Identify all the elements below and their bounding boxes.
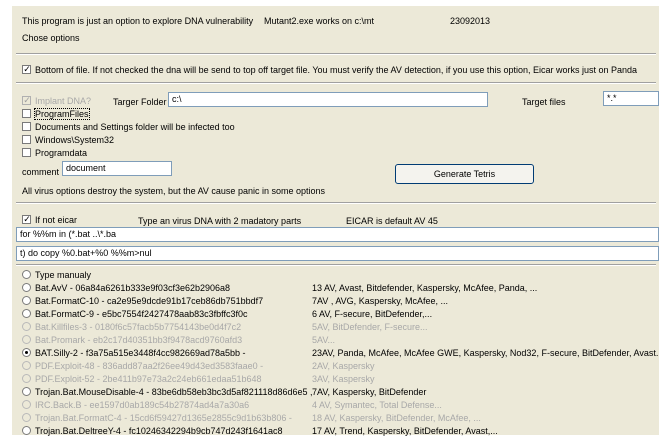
checkbox-box [22,96,31,105]
virus-option-radio: Bat.Promark - eb2c17d40351bb3f9478acd976… [22,335,335,346]
eicar-default-text: EICAR is default AV 45 [346,216,438,226]
virus-option-detection-info: 7AV, Kaspersky, BitDefender [312,387,427,397]
radio-button [22,374,31,383]
virus-option-detection-info: 2AV, Kaspersky [312,361,375,371]
virus-option-label: PDF.Exploit-48 - 836add87aa2f26ee49d43ed… [35,361,264,371]
radio-button [22,413,31,422]
checkbox-box [22,109,31,118]
target-files-label: Target files [522,97,566,107]
virus-option-label: Bat.AvV - 06a84a6261b333e9f03cf3e62b2906… [35,283,231,293]
checkbox-box [22,148,31,157]
virus-option-radio[interactable]: Bat.AvV - 06a84a6261b333e9f03cf3e62b2906… [22,283,537,294]
virus-option-detection-info: 5AV... [312,335,336,345]
virus-option-radio: PDF.Exploit-48 - 836add87aa2f26ee49d43ed… [22,361,375,372]
radio-button [22,387,31,396]
virus-option-radio[interactable]: Trojan.Bat.MouseDisable-4 - 83be6db58eb3… [22,387,426,398]
virus-option-detection-info: 17 AV, Trend, Kaspersky, BitDefender, Av… [312,426,498,436]
system32-checkbox[interactable]: Windows\System32 [22,135,114,145]
checkbox-box [22,122,31,131]
implant-dna-label: Implant DNA? [35,96,92,106]
chose-options-label: Chose options [22,33,80,43]
virus-option-detection-info: 3AV, Kaspersky [312,374,375,384]
checkbox-box [22,65,31,74]
virus-option-label: Bat.Promark - eb2c17d40351bb3f9478acd976… [35,335,243,345]
warning-text: All virus options destroy the system, bu… [22,186,325,196]
date-code-text: 23092013 [450,16,491,26]
if-not-eicar-label: If not eicar [35,215,78,225]
virus-option-detection-info: 5AV, BitDefender, F-secure... [312,322,428,332]
virus-option-label: IRC.Back.B - ee1597d0ab189c54b27874ad4a7… [35,400,250,410]
virus-option-label: PDF.Exploit-52 - 2be411b97e73a2c24eb661e… [35,374,262,384]
separator [16,202,656,204]
target-folder-label: Targer Folder [113,97,167,107]
generate-tetris-button[interactable]: Generate Tetris [395,164,534,184]
programfiles-checkbox[interactable]: ProgramFiles [22,108,90,120]
virus-option-radio: Bat.Killfiles-3 - 0180f6c57facb5b7754143… [22,322,428,333]
virus-option-radio[interactable]: Trojan.Bat.DeltreeY-4 - fc10246342294b9c… [22,426,498,437]
virus-option-label: Bat.Killfiles-3 - 0180f6c57facb5b7754143… [35,322,242,332]
dna-part2-input[interactable]: t) do copy %0.bat+%0 %%m>nul [16,246,659,261]
system32-label: Windows\System32 [35,135,115,145]
virus-option-detection-info: 18 AV, Kaspersky, BitDefender, McAfee, .… [312,413,481,423]
programfiles-label: ProgramFiles [34,108,90,120]
radio-button [22,283,31,292]
implant-dna-checkbox[interactable]: Implant DNA? [22,96,91,106]
virus-option-detection-info: 6 AV, F-secure, BitDefender,... [312,309,433,319]
if-not-eicar-checkbox[interactable]: If not eicar [22,215,77,225]
radio-button [22,309,31,318]
virus-option-label: Type manualy [35,270,92,280]
virus-option-radio: Trojan.Bat.FormatC-4 - 15cd6f59427d1365e… [22,413,481,424]
checkbox-box [22,135,31,144]
description-text: This program is just an option to explor… [22,16,254,26]
radio-button [22,426,31,435]
separator [16,264,656,266]
virus-option-label: BAT.Silly-2 - f3a75a515e3448f4cc982669ad… [35,348,246,358]
comment-input[interactable]: document [62,161,172,176]
bottom-of-file-checkbox[interactable]: Bottom of file. If not checked the dna w… [22,65,637,75]
main-panel: This program is just an option to explor… [12,6,659,437]
separator [16,53,656,55]
radio-button [22,361,31,370]
radio-button [22,270,31,279]
documents-settings-label: Documents and Settings folder will be in… [35,122,235,132]
virus-option-radio[interactable]: Type manualy [22,270,91,281]
virus-option-label: Trojan.Bat.MouseDisable-4 - 83be6db58eb3… [35,387,313,397]
virus-option-detection-info: 13 AV, Avast, Bitdefender, Kaspersky, Mc… [312,283,538,293]
virus-option-detection-info: 7AV , AVG, Kaspersky, McAfee, ... [312,296,449,306]
bottom-of-file-label: Bottom of file. If not checked the dna w… [35,65,638,75]
virus-option-radio: PDF.Exploit-52 - 2be411b97e73a2c24eb661e… [22,374,375,385]
radio-button [22,400,31,409]
virus-option-label: Bat.FormatC-10 - ca2e95e9dcde91b17ceb86d… [35,296,264,306]
virus-option-label: Trojan.Bat.FormatC-4 - 15cd6f59427d1365e… [35,413,292,423]
virus-option-label: Bat.FormatC-9 - e5bc7554f2427478aab83c3f… [35,309,248,319]
documents-settings-checkbox[interactable]: Documents and Settings folder will be in… [22,122,235,132]
virus-option-radio: IRC.Back.B - ee1597d0ab189c54b27874ad4a7… [22,400,442,411]
dna-part1-input[interactable]: for %%m in (*.bat ..\*.ba [16,227,659,242]
works-on-text: Mutant2.exe works on c:\mt [264,16,375,26]
dna-hint-text: Type an virus DNA with 2 madatory parts [138,216,302,226]
comment-label: comment [22,167,60,177]
programdata-label: Programdata [35,148,88,158]
virus-option-detection-info: 4 AV, Symantec, Total Defense... [312,400,442,410]
target-folder-input[interactable]: c:\ [168,92,488,107]
radio-button [22,296,31,305]
virus-option-radio[interactable]: Bat.FormatC-9 - e5bc7554f2427478aab83c3f… [22,309,432,320]
separator [16,82,656,84]
radio-button [22,322,31,331]
target-files-input[interactable]: *.* [603,91,659,106]
checkbox-box [22,215,31,224]
virus-option-detection-info: 23AV, Panda, McAfee, McAfee GWE, Kaspers… [312,348,659,358]
virus-option-radio[interactable]: Bat.FormatC-10 - ca2e95e9dcde91b17ceb86d… [22,296,448,307]
programdata-checkbox[interactable]: Programdata [22,148,87,158]
radio-button [22,348,31,357]
virus-option-radio[interactable]: BAT.Silly-2 - f3a75a515e3448f4cc982669ad… [22,348,659,359]
radio-button [22,335,31,344]
